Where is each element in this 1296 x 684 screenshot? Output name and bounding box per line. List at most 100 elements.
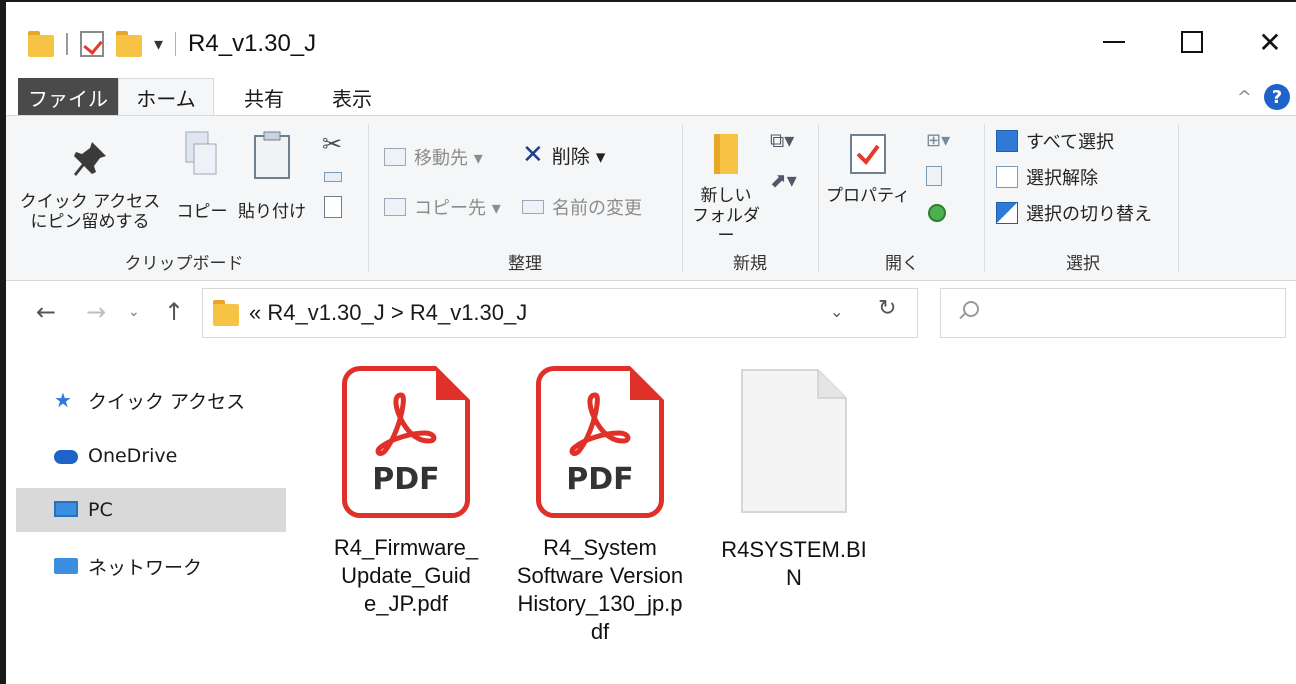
nav-item-label: クイック アクセス [88,390,246,413]
move-to-icon [384,148,406,166]
copy-icon [185,131,217,175]
select-all-button[interactable]: すべて選択 [996,128,1114,154]
ribbon-divider [682,124,683,272]
tab-file[interactable]: ファイル [18,78,118,116]
paste-label: 貼り付け [238,202,306,222]
pdf-badge: PDF [566,462,634,497]
invert-selection-button[interactable]: 選択の切り替え [996,200,1152,226]
clipboard-icon [254,131,290,179]
search-icon [963,301,979,317]
open-group-label: 開く [885,254,919,274]
back-arrow-icon[interactable]: ← [36,298,56,326]
refresh-icon[interactable]: ↻ [878,296,896,321]
minimize-button[interactable] [1086,20,1142,64]
select-none-button[interactable]: 選択解除 [996,164,1098,190]
acrobat-logo-icon [375,392,437,456]
help-icon[interactable]: ? [1264,84,1290,110]
ribbon: クイック アクセス にピン留めする コピー 貼り付け ✂ クリップボード 移動先… [6,115,1296,281]
file-name: R4SYSTEM.BI N [721,537,867,590]
new-group: 新しい フォルダー ⧉▾ ⬈▾ 新規 [686,116,814,280]
delete-label: 削除 ▾ [551,145,606,168]
customize-toolbar-arrow-icon[interactable]: ▾ [154,34,163,55]
new-folder-icon[interactable] [116,31,142,57]
tab-view[interactable]: 表示 [312,78,392,116]
file-name: R4_Firmware_ Update_Guid e_JP.pdf [333,535,479,616]
properties-label: プロパティ [826,186,910,206]
explorer-window: ▾ R4_v1.30_J ✕ ファイル ホーム 共有 表示 ^ ? クイック ア… [0,0,1296,684]
copy-path-icon[interactable] [324,172,342,182]
rename-button[interactable]: 名前の変更 [522,194,642,220]
minimize-icon [1103,41,1125,43]
properties-icon [850,134,886,174]
copy-to-icon [384,198,406,216]
up-arrow-icon[interactable]: ↑ [164,298,184,326]
recent-locations-chevron-icon[interactable]: ⌄ [128,304,140,320]
rename-icon [522,200,544,214]
file-item[interactable]: PDF R4_Firmware_ Update_Guid e_JP.pdf [306,366,506,618]
nav-item-label: ネットワーク [88,556,203,579]
new-folder-icon [714,134,738,174]
edit-icon[interactable] [926,166,942,186]
move-to-label: 移動先 ▾ [414,148,483,169]
nav-item-label: OneDrive [88,445,178,467]
open-dropdown-icon[interactable]: ⊞▾ [926,130,950,151]
pin-icon [74,142,106,176]
ribbon-divider [1178,124,1179,272]
delete-button[interactable]: ✕ 削除 ▾ [522,140,605,170]
cloud-icon [54,450,78,464]
nav-item-network[interactable]: ネットワーク [16,544,286,588]
cut-icon[interactable]: ✂ [322,130,348,158]
ribbon-divider [818,124,819,272]
folder-icon [28,31,54,57]
title-divider [175,32,177,56]
address-dropdown-icon[interactable]: ⌄ [830,302,843,321]
pin-quick-access-button[interactable]: クイック アクセス にピン留めする [18,138,162,232]
ribbon-tabs: ファイル ホーム 共有 表示 ^ ? [6,78,1296,116]
acrobat-logo-icon [569,392,631,456]
new-group-label: 新規 [733,254,767,274]
forward-arrow-icon[interactable]: → [86,298,106,326]
file-item[interactable]: PDF R4_System Software Version History_1… [500,366,700,646]
maximize-button[interactable] [1164,20,1220,64]
easy-access-icon[interactable]: ⬈▾ [770,168,797,192]
file-name: R4_System Software Version History_130_j… [516,535,684,644]
tab-home[interactable]: ホーム [118,78,214,116]
monitor-icon [54,501,78,517]
new-item-icon[interactable]: ⧉▾ [770,128,794,152]
pdf-badge: PDF [372,462,440,497]
copy-to-button[interactable]: コピー先 ▾ [384,194,501,220]
tab-share[interactable]: 共有 [224,78,304,116]
nav-item-onedrive[interactable]: OneDrive [16,434,286,478]
pdf-file-icon: PDF [536,366,664,518]
toolbar-divider [66,33,68,55]
file-item[interactable]: R4SYSTEM.BI N [694,366,894,592]
select-all-label: すべて選択 [1026,132,1115,153]
address-path: « R4_v1.30_J > R4_v1.30_J [249,300,528,325]
address-bar[interactable]: « R4_v1.30_J > R4_v1.30_J [202,288,918,338]
title-bar: ▾ R4_v1.30_J ✕ [6,2,1296,86]
select-all-icon [996,130,1018,152]
clipboard-group: クイック アクセス にピン留めする コピー 貼り付け ✂ クリップボード [6,116,362,280]
properties-button[interactable]: プロパティ [822,132,914,206]
new-folder-button[interactable]: 新しい フォルダー [686,130,766,246]
history-icon[interactable] [928,204,946,222]
copy-label: コピー [176,202,228,222]
nav-item-quick-access[interactable]: ★ クイック アクセス [16,378,286,422]
select-none-label: 選択解除 [1026,168,1098,189]
new-folder-label-2: フォルダー [692,206,760,246]
move-to-button[interactable]: 移動先 ▾ [384,144,483,170]
nav-item-label: PC [88,499,113,521]
new-folder-label-1: 新しい [700,186,752,206]
copy-button[interactable]: コピー [174,130,230,222]
collapse-ribbon-chevron-icon[interactable]: ^ [1237,87,1252,108]
paste-button[interactable]: 貼り付け [236,130,308,222]
network-icon [54,558,78,574]
close-button[interactable]: ✕ [1242,20,1296,64]
close-icon: ✕ [1258,25,1282,59]
search-input[interactable] [940,288,1286,338]
properties-check-icon[interactable] [80,31,104,57]
paste-shortcut-icon[interactable] [324,196,342,218]
blank-file-icon [741,369,847,513]
nav-item-pc[interactable]: PC [16,488,286,532]
organize-group-label: 整理 [508,254,542,274]
